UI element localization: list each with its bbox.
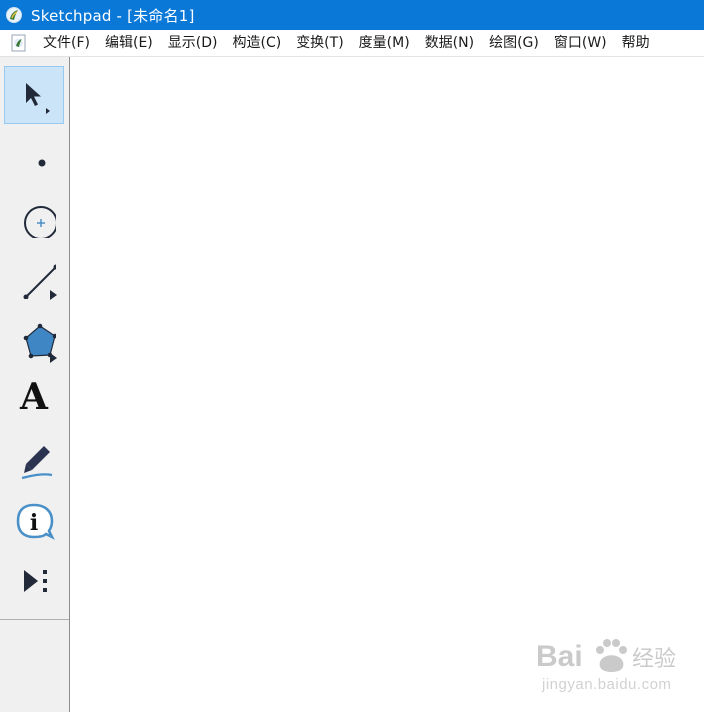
sketch-canvas[interactable] xyxy=(70,57,704,712)
menu-graph[interactable]: 绘图(G) xyxy=(482,30,547,56)
marker-tool[interactable] xyxy=(4,431,64,489)
selection-arrow-tool[interactable] xyxy=(4,66,64,124)
menu-measure[interactable]: 度量(M) xyxy=(352,30,418,56)
baidu-logo: Bai 经验 xyxy=(536,639,676,673)
svg-text:经验: 经验 xyxy=(632,647,676,672)
text-tool[interactable]: A xyxy=(4,370,64,428)
menu-data[interactable]: 数据(N) xyxy=(418,30,482,56)
chevron-right-icon xyxy=(50,290,57,300)
menu-construct[interactable]: 构造(C) xyxy=(225,30,289,56)
information-tool[interactable]: i xyxy=(4,492,64,550)
menu-help[interactable]: 帮助 xyxy=(615,30,658,56)
baidu-watermark: Bai 经验 jingyan.baidu.com xyxy=(532,632,702,698)
menu-bar: 文件(F) 编辑(E) 显示(D) 构造(C) 变换(T) 度量(M) 数据(N… xyxy=(0,30,704,57)
chevron-right-icon xyxy=(50,353,57,363)
svg-text:Bai: Bai xyxy=(536,640,583,673)
letter-a-icon: A xyxy=(20,376,48,418)
arrow-pointer-icon xyxy=(26,83,50,114)
marker-pen-icon xyxy=(21,446,53,480)
info-icon: i xyxy=(16,503,55,540)
info-glyph: i xyxy=(30,510,38,536)
watermark-domain: jingyan.baidu.com xyxy=(542,676,672,693)
straightedge-tool[interactable] xyxy=(4,248,64,306)
sketchpad-app-icon xyxy=(6,7,22,23)
menu-file[interactable]: 文件(F) xyxy=(36,30,98,56)
polygon-tool[interactable] xyxy=(4,309,64,367)
compass-tool[interactable] xyxy=(4,187,64,245)
play-more-icon xyxy=(24,570,47,592)
menu-edit[interactable]: 编辑(E) xyxy=(98,30,161,56)
circle-icon xyxy=(24,206,56,238)
custom-tool[interactable] xyxy=(4,553,64,611)
window-title: Sketchpad - [未命名1] xyxy=(31,6,195,25)
toolbox: A i xyxy=(0,57,70,712)
point-icon xyxy=(38,159,46,167)
toolbox-divider xyxy=(0,619,69,620)
title-bar[interactable]: Sketchpad - [未命名1] xyxy=(0,0,704,30)
menu-transform[interactable]: 变换(T) xyxy=(289,30,351,56)
menu-display[interactable]: 显示(D) xyxy=(161,30,226,56)
point-tool[interactable] xyxy=(4,126,64,184)
menu-window[interactable]: 窗口(W) xyxy=(547,30,615,56)
document-icon[interactable] xyxy=(11,34,27,52)
